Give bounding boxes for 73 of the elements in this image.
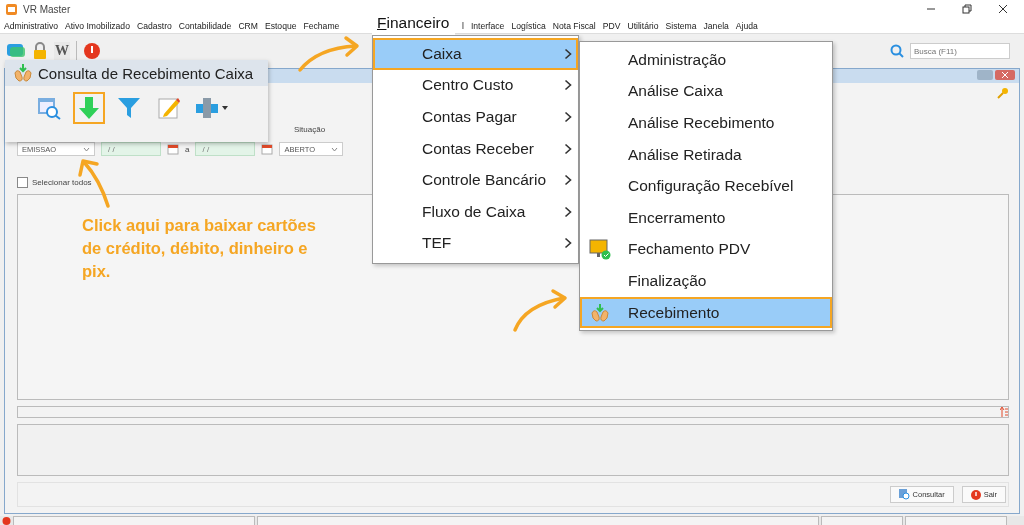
menu-item[interactable]: Sistema: [665, 20, 697, 31]
key-icon[interactable]: [997, 87, 1009, 99]
caret-icon: [331, 146, 339, 152]
checkbox[interactable]: [17, 177, 28, 188]
menu-item[interactable]: Administração: [580, 44, 832, 76]
hands-icon: [13, 63, 33, 83]
menu-item[interactable]: Análise Recebimento: [580, 107, 832, 139]
chevron-icon: [564, 205, 572, 218]
menu-item[interactable]: Fechame: [303, 20, 340, 31]
curved-arrow: [513, 289, 567, 332]
sort-icon[interactable]: [1000, 407, 1008, 417]
date-field[interactable]: / /: [101, 142, 161, 156]
menu-item[interactable]: Controle Bancário: [373, 164, 578, 196]
menu-item[interactable]: Encerramento: [580, 201, 832, 234]
menu-item[interactable]: Contas Receber: [373, 132, 578, 165]
menu-item[interactable]: TEF: [373, 227, 578, 260]
menu-item[interactable]: Análise Caixa: [580, 75, 832, 108]
menu-item[interactable]: CRM: [238, 20, 258, 31]
menu-item[interactable]: Cadastro: [136, 20, 172, 31]
text-area[interactable]: [17, 424, 1009, 476]
menu-item[interactable]: Contabilidade: [178, 20, 232, 31]
hands-icon: [590, 302, 610, 323]
stop-icon: [970, 489, 981, 500]
calendar-icon[interactable]: [167, 143, 179, 155]
menu-item[interactable]: Recebimento: [580, 296, 832, 329]
status-icon: [2, 516, 11, 525]
lock-icon[interactable]: [32, 42, 48, 60]
panel-title: Consulta de Recebimento Caixa: [38, 64, 254, 82]
caret-icon: [83, 146, 90, 152]
menu-item[interactable]: Ativo Imobilizado: [64, 20, 130, 31]
menu-item[interactable]: Finalização: [580, 265, 832, 297]
chevron-icon: [564, 142, 572, 155]
range-separator: a: [185, 144, 190, 154]
search-field[interactable]: Busca (F11): [910, 43, 1010, 59]
date-field[interactable]: / /: [195, 142, 256, 156]
menu-item[interactable]: Centro Custo: [373, 69, 578, 102]
menu-item[interactable]: Fluxo de Caixa: [373, 195, 578, 228]
menu-item[interactable]: Utilitário: [627, 20, 659, 31]
menu-item[interactable]: Configuração Recebível: [580, 170, 832, 202]
curved-arrow: [298, 36, 359, 72]
app-logo-icon: [6, 3, 17, 15]
menu-item[interactable]: Janela: [703, 20, 729, 31]
menu-item[interactable]: Interface: [470, 20, 505, 31]
chevron-icon: [564, 47, 572, 60]
menu-item[interactable]: l: [462, 20, 464, 31]
monitor-check-icon: [589, 238, 611, 261]
menu-item[interactable]: Ajuda: [735, 20, 758, 31]
menu-item[interactable]: Logística: [511, 20, 546, 31]
chevron-icon: [564, 174, 572, 187]
menu-item[interactable]: Contas Pagar: [373, 101, 578, 133]
menu-item[interactable]: Fechamento PDV: [580, 233, 832, 266]
frame-close-icon[interactable]: [995, 70, 1015, 80]
search-icon[interactable]: [890, 44, 904, 58]
w-icon[interactable]: W: [54, 42, 70, 60]
stop-icon[interactable]: [83, 42, 101, 60]
menu-item[interactable]: Nota Fiscal: [552, 20, 596, 31]
menu-item[interactable]: Análise Retirada: [580, 138, 832, 171]
restore-icon[interactable]: [962, 4, 972, 14]
chevron-icon: [564, 111, 572, 123]
menu-item[interactable]: Caixa: [373, 38, 578, 70]
search-list-icon: [898, 489, 910, 500]
chevron-icon: [564, 79, 572, 92]
menu-item[interactable]: Estoque: [264, 20, 297, 31]
callout-text: Click aqui para baixar cartões de crédito, débito, dinheiro e pix.: [82, 215, 317, 282]
menu-item[interactable]: PDV: [602, 20, 621, 31]
close-icon[interactable]: [998, 4, 1008, 14]
window-title: VR Master: [23, 3, 71, 15]
checkbox-label: Selecionar todos: [32, 178, 92, 187]
chat-icon[interactable]: [6, 42, 26, 60]
field-label: Situação: [294, 125, 326, 135]
chevron-icon: [564, 237, 572, 250]
calendar-icon[interactable]: [261, 143, 274, 155]
menu-item[interactable]: Administrativo: [4, 20, 58, 31]
